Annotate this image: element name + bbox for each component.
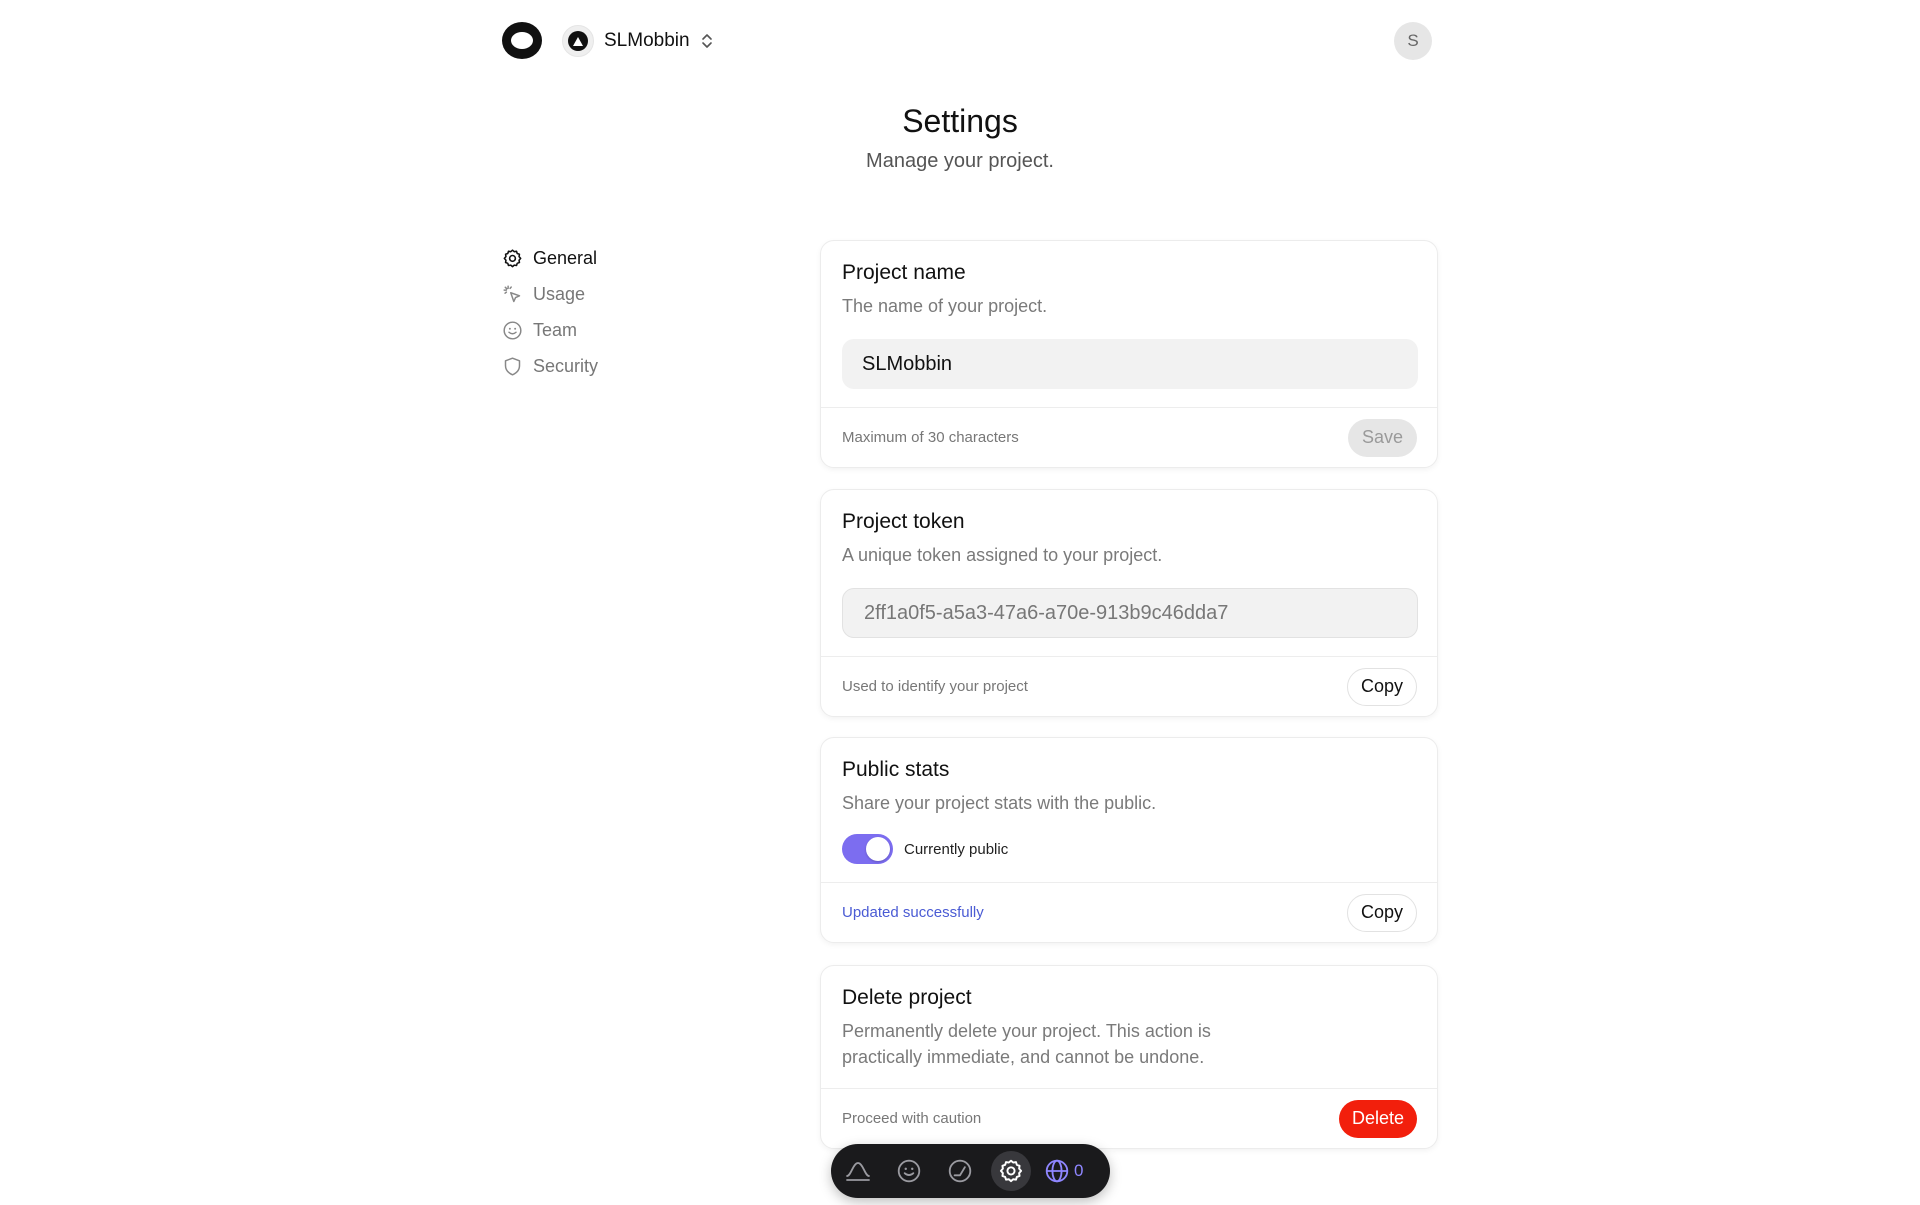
user-avatar[interactable]: S [1394,22,1432,60]
project-token-field[interactable] [842,588,1418,638]
sidebar-item-usage[interactable]: Usage [502,276,702,312]
sidebar-item-label: General [533,247,598,268]
card-title: Delete project [842,986,972,1009]
sidebar-item-label: Usage [533,283,586,304]
card-description-line: Permanently delete your project. This ac… [842,1021,1211,1041]
copy-public-link-button[interactable]: Copy [1346,893,1417,932]
sidebar-item-team[interactable]: Team [502,312,702,348]
smiley-icon [897,1159,921,1183]
page-subtitle: Manage your project. [866,150,1054,172]
gear-icon [999,1159,1023,1183]
project-token-card: Project token A unique token assigned to… [820,489,1438,717]
card-footer-hint: Proceed with caution [842,1110,982,1127]
card-description-line: practically immediate, and cannot be und… [842,1047,1205,1067]
save-button[interactable]: Save [1347,418,1417,457]
project-name-input[interactable] [842,339,1418,389]
delete-project-card: Delete project Permanently delete your p… [820,965,1438,1149]
status-message: Updated successfully [842,904,984,921]
dock-performance-button[interactable] [940,1151,980,1191]
visitor-count: 0 [1074,1161,1084,1180]
settings-sidebar: General Usage Team Security [502,240,702,384]
card-title: Public stats [842,758,950,781]
card-description: A unique token assigned to your project. [842,545,1163,565]
triangle-icon [573,36,583,46]
gear-icon [503,248,522,267]
bottom-dock: 0 [831,1144,1110,1198]
dock-analytics-button[interactable] [838,1151,878,1191]
globe-icon [1045,1159,1069,1183]
sidebar-item-security[interactable]: Security [502,348,702,384]
shield-icon [504,356,521,376]
card-description: The name of your project. [842,296,1048,316]
cursor-click-icon [503,284,521,302]
card-title: Project token [842,510,965,533]
project-name-card: Project name The name of your project. M… [820,240,1438,468]
public-stats-toggle[interactable] [842,834,893,864]
delete-button[interactable]: Delete [1338,1099,1417,1138]
card-title: Project name [842,261,966,284]
sidebar-item-label: Security [533,355,599,376]
card-footer-hint: Maximum of 30 characters [842,429,1019,446]
card-description: Share your project stats with the public… [842,793,1157,813]
chevron-up-down-icon [700,32,714,50]
copy-token-button[interactable]: Copy [1346,667,1417,706]
toggle-label: Currently public [904,840,1009,858]
gauge-icon [948,1159,972,1183]
project-name-label: SLMobbin [604,30,690,51]
project-switcher[interactable]: SLMobbin [562,24,714,58]
card-footer-hint: Used to identify your project [842,678,1028,695]
smiley-icon [503,320,522,340]
project-avatar [562,25,594,57]
chart-curve-icon [846,1162,870,1181]
sidebar-item-label: Team [533,319,578,340]
page-title: Settings [902,103,1018,139]
sidebar-item-general[interactable]: General [502,240,702,276]
app-logo[interactable] [502,22,542,59]
dock-settings-button[interactable] [991,1151,1031,1191]
public-stats-card: Public stats Share your project stats wi… [820,737,1438,943]
dock-team-button[interactable] [889,1151,929,1191]
dock-visitors-button[interactable]: 0 [1042,1151,1083,1191]
